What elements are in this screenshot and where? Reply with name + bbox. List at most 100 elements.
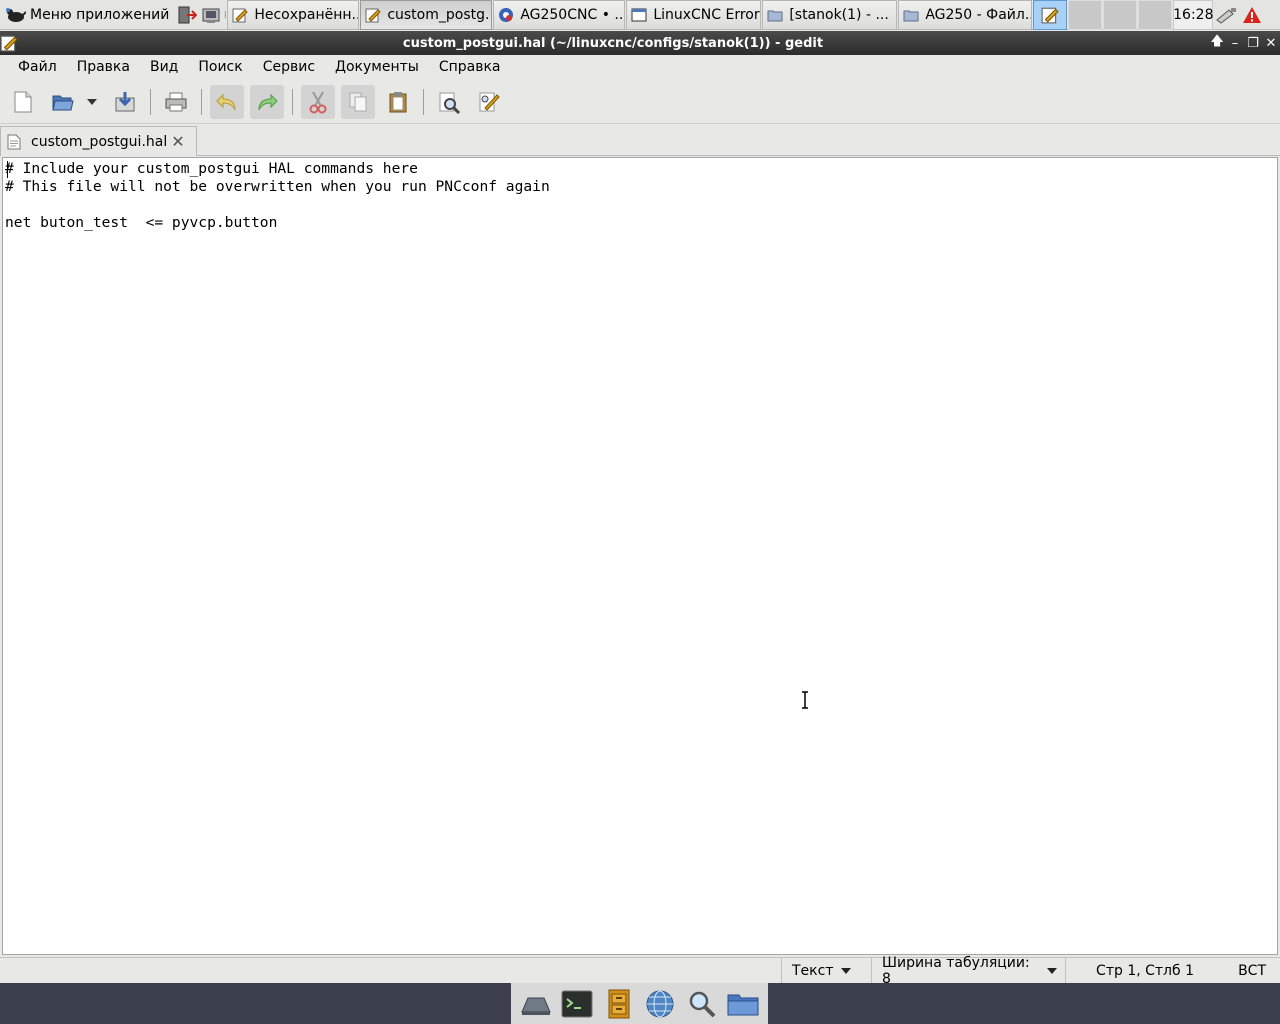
task-label: Несохранённ... bbox=[254, 7, 360, 23]
save-icon bbox=[115, 91, 135, 111]
workspace-1[interactable] bbox=[1033, 0, 1068, 30]
menu-documents[interactable]: Документы bbox=[325, 56, 429, 78]
print-icon bbox=[165, 92, 187, 111]
new-document-button[interactable] bbox=[6, 85, 40, 119]
window-above-icon[interactable]: 🡅 bbox=[1208, 34, 1226, 52]
dock bbox=[511, 983, 768, 1024]
file-cabinet-icon[interactable] bbox=[602, 987, 636, 1021]
applications-menu-label: Меню приложений bbox=[30, 7, 170, 23]
toolbar-separator bbox=[423, 88, 424, 115]
logout-launcher-icon[interactable] bbox=[175, 0, 199, 30]
workspace-4[interactable] bbox=[1138, 0, 1173, 30]
clock[interactable]: 16:28 bbox=[1173, 0, 1214, 30]
open-recent-dropdown[interactable] bbox=[82, 85, 102, 119]
paste-icon bbox=[389, 91, 407, 112]
window-title: custom_postgui.hal (~/linuxcnc/configs/s… bbox=[402, 35, 824, 51]
task-button-ag250cnc[interactable]: AG250CNC • ... bbox=[493, 0, 626, 30]
task-button-ag250-folder[interactable]: AG250 - Файл... bbox=[898, 0, 1033, 30]
save-button[interactable] bbox=[108, 85, 142, 119]
cursor-position: Стр 1, Стлб 1 bbox=[1096, 962, 1194, 979]
print-button[interactable] bbox=[159, 85, 193, 119]
find-icon bbox=[439, 92, 461, 114]
applications-menu-button[interactable]: Меню приложений bbox=[0, 0, 175, 30]
close-icon[interactable]: ✕ bbox=[1262, 34, 1280, 52]
menu-tools[interactable]: Сервис bbox=[253, 56, 325, 78]
undo-icon bbox=[216, 93, 236, 110]
text-caret bbox=[7, 161, 8, 178]
task-button-linuxcnc-errors[interactable]: LinuxCNC Errors bbox=[626, 0, 762, 30]
task-label: LinuxCNC Errors bbox=[653, 7, 762, 23]
open-folder-icon bbox=[52, 95, 74, 110]
menu-search[interactable]: Поиск bbox=[188, 56, 252, 78]
find-replace-button[interactable] bbox=[472, 85, 506, 119]
text-editor-icon bbox=[1041, 7, 1059, 24]
text-editor-area[interactable]: # Include your custom_postgui HAL comman… bbox=[2, 157, 1278, 955]
tab-width-selector[interactable]: Ширина табуляции: 8 bbox=[872, 955, 1066, 987]
menu-help[interactable]: Справка bbox=[429, 56, 511, 78]
text-file-icon bbox=[7, 134, 21, 149]
terminal-icon[interactable] bbox=[560, 987, 594, 1021]
redo-icon bbox=[258, 93, 278, 110]
window-titlebar[interactable]: custom_postgui.hal (~/linuxcnc/configs/s… bbox=[0, 31, 1280, 55]
screenshot-launcher-icon[interactable] bbox=[199, 0, 223, 30]
linuxcnc-icon bbox=[499, 8, 514, 22]
text-editor-icon bbox=[232, 8, 249, 23]
folder-icon bbox=[767, 10, 783, 22]
menu-edit[interactable]: Правка bbox=[67, 56, 140, 78]
copy-button[interactable] bbox=[341, 84, 375, 119]
code-line: # Include your custom_postgui HAL comman… bbox=[5, 160, 418, 177]
web-browser-icon[interactable] bbox=[643, 987, 677, 1021]
folder-icon[interactable] bbox=[726, 987, 760, 1021]
show-desktop-icon[interactable] bbox=[519, 987, 553, 1021]
task-label: [stanok(1) - ... bbox=[789, 7, 889, 23]
search-icon[interactable] bbox=[685, 987, 719, 1021]
document-tab[interactable]: custom_postgui.hal ✕ bbox=[0, 126, 197, 156]
chevron-down-icon bbox=[87, 98, 97, 105]
task-label: AG250 - Файл... bbox=[925, 7, 1033, 23]
language-label: Текст bbox=[792, 962, 834, 979]
network-icon[interactable] bbox=[1213, 0, 1239, 30]
toolbar-separator bbox=[201, 88, 202, 115]
task-button-custom-postgui[interactable]: custom_postg... bbox=[360, 0, 493, 30]
text-editor-icon bbox=[0, 35, 18, 52]
toolbar-separator bbox=[150, 88, 151, 115]
menu-view[interactable]: Вид bbox=[140, 56, 188, 78]
toolbar bbox=[0, 80, 1280, 124]
menu-file[interactable]: Файл bbox=[8, 56, 67, 78]
language-selector[interactable]: Текст bbox=[782, 958, 872, 983]
top-panel: Меню приложений ⁞ Несохранённ... custom_… bbox=[0, 0, 1280, 30]
workspace-3[interactable] bbox=[1103, 0, 1138, 30]
close-tab-icon[interactable]: ✕ bbox=[170, 132, 186, 151]
chevron-down-icon bbox=[841, 967, 852, 974]
copy-icon bbox=[349, 92, 367, 111]
code-line: net buton_test <= pyvcp.button bbox=[5, 214, 278, 231]
task-button-unsaved[interactable]: Несохранённ... bbox=[227, 0, 360, 30]
insert-mode: ВСТ bbox=[1238, 962, 1266, 979]
window-icon bbox=[631, 8, 647, 22]
redo-button[interactable] bbox=[250, 84, 284, 119]
cut-icon bbox=[309, 91, 327, 113]
menubar: Файл Правка Вид Поиск Сервис Документы С… bbox=[0, 55, 1280, 79]
task-label: custom_postg... bbox=[387, 7, 493, 23]
undo-button[interactable] bbox=[210, 84, 244, 119]
task-button-stanok-folder[interactable]: [stanok(1) - ... bbox=[762, 0, 898, 30]
open-button[interactable] bbox=[46, 85, 80, 119]
folder-icon bbox=[903, 10, 919, 22]
warning-icon[interactable] bbox=[1239, 0, 1265, 30]
ibeam-cursor-icon bbox=[802, 691, 808, 709]
toolbar-separator bbox=[292, 88, 293, 115]
maximize-icon[interactable]: ❐ bbox=[1244, 34, 1262, 52]
minimize-icon[interactable]: – bbox=[1226, 34, 1244, 52]
cut-button[interactable] bbox=[301, 84, 335, 119]
paste-button[interactable] bbox=[381, 85, 415, 119]
document-tabs: custom_postgui.hal ✕ bbox=[0, 124, 1280, 156]
tab-width-label: Ширина табуляции: 8 bbox=[882, 954, 1030, 987]
find-replace-icon bbox=[479, 92, 500, 111]
workspace-2[interactable] bbox=[1068, 0, 1103, 30]
new-document-icon bbox=[14, 91, 32, 112]
chevron-down-icon bbox=[1047, 967, 1057, 974]
task-label: AG250CNC • ... bbox=[520, 7, 626, 23]
statusbar-message-area bbox=[0, 958, 782, 983]
find-button[interactable] bbox=[432, 85, 466, 119]
